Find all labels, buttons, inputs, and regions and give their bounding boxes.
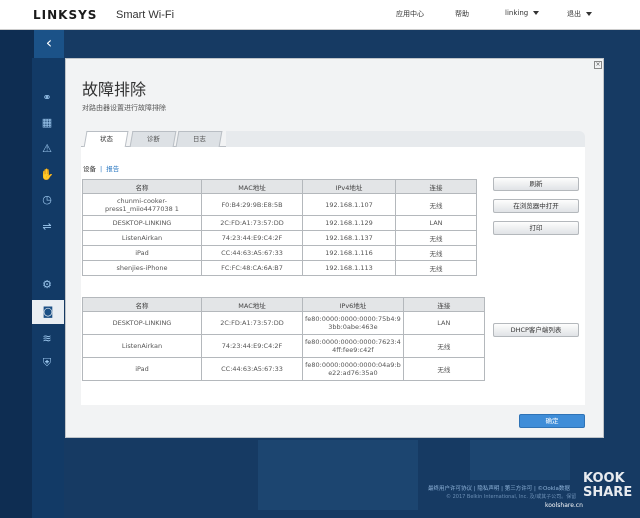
mac-cell: 74:23:44:E9:C4:2F bbox=[201, 334, 303, 358]
table-row: ListenAirkan 74:23:44:E9:C4:2F fe80:0000… bbox=[82, 334, 485, 358]
koolshare-site-label: koolshare.cn bbox=[545, 502, 583, 509]
connection-cell: LAN bbox=[402, 311, 485, 335]
device-name-cell: chunmi-cooker-press1_miio4477038 1 bbox=[82, 193, 202, 216]
linksys-logo: LINKSYS bbox=[33, 8, 98, 22]
back-button[interactable]: ‹ bbox=[34, 30, 64, 58]
ipv6-device-table: 名称 MAC地址 IPv6地址 连接 DESKTOP-LINKING 2C:FD… bbox=[82, 297, 485, 381]
user-name: linking bbox=[505, 9, 529, 17]
tab-bar-fill bbox=[226, 131, 585, 147]
table-row: iPad CC:44:63:A5:67:33 192.168.1.116 无线 bbox=[82, 245, 477, 261]
subnav-devices[interactable]: 设备 bbox=[83, 165, 96, 173]
connection-cell: 无线 bbox=[402, 357, 485, 381]
column-header: IPv6地址 bbox=[302, 297, 404, 312]
tab-bar: 状态 诊断 日志 bbox=[81, 131, 585, 148]
troubleshooting-icon[interactable]: ◙ bbox=[32, 300, 64, 324]
usb-storage-icon[interactable]: ⇌ bbox=[39, 219, 55, 235]
ip-cell: 192.168.1.129 bbox=[302, 215, 396, 231]
mac-cell: CC:44:63:A5:67:33 bbox=[201, 245, 303, 261]
page-title: 故障排除 bbox=[82, 80, 147, 99]
dhcp-client-list-button[interactable]: DHCP客户端列表 bbox=[493, 323, 579, 337]
connection-cell: 无线 bbox=[402, 334, 485, 358]
ip-cell: 192.168.1.116 bbox=[302, 245, 396, 261]
mac-cell: 74:23:44:E9:C4:2F bbox=[201, 230, 303, 246]
speed-test-icon[interactable]: ◷ bbox=[39, 192, 55, 208]
connection-cell: LAN bbox=[395, 215, 477, 231]
help-link[interactable]: 帮助 bbox=[455, 9, 469, 19]
ip-cell: 192.168.1.107 bbox=[302, 193, 396, 216]
device-name-cell: DESKTOP-LINKING bbox=[82, 215, 202, 231]
chevron-down-icon bbox=[533, 11, 540, 15]
device-name-cell: iPad bbox=[82, 245, 202, 261]
subnav-separator: | bbox=[100, 165, 103, 173]
chevron-down-icon bbox=[586, 12, 592, 16]
background-panel bbox=[258, 440, 418, 510]
table-row: DESKTOP-LINKING 2C:FD:A1:73:57:DD fe80:0… bbox=[82, 311, 485, 335]
close-icon[interactable]: × bbox=[594, 61, 602, 69]
footer-links[interactable]: 最终用户许可协议 | 隐私声明 | 第三方许可 | ©Ookla数据 bbox=[428, 484, 570, 492]
column-header: 连接 bbox=[395, 179, 477, 194]
table-row: ListenAirkan 74:23:44:E9:C4:2F 192.168.1… bbox=[82, 230, 477, 246]
ip-cell: fe80:0000:0000:0000:04a9:b e22:ad76:35a0 bbox=[302, 357, 404, 381]
network-map-icon[interactable]: ⚭ bbox=[39, 90, 55, 106]
tab-status[interactable]: 状态 bbox=[83, 131, 129, 148]
device-name-cell: DESKTOP-LINKING bbox=[82, 311, 202, 335]
subnav-report[interactable]: 报告 bbox=[106, 165, 119, 173]
device-list-icon[interactable]: ▦ bbox=[39, 115, 55, 131]
settings-icon[interactable]: ⚙ bbox=[39, 277, 55, 293]
ip-cell: 192.168.1.113 bbox=[302, 260, 396, 276]
column-header: 名称 bbox=[82, 297, 202, 312]
connection-cell: 无线 bbox=[395, 193, 477, 216]
user-menu[interactable]: linking bbox=[505, 9, 540, 17]
connection-cell: 无线 bbox=[395, 245, 477, 261]
subnav: 设备 | 报告 bbox=[83, 163, 119, 173]
column-header: 名称 bbox=[82, 179, 202, 194]
ip-cell: 192.168.1.137 bbox=[302, 230, 396, 246]
ok-button[interactable]: 确定 bbox=[519, 414, 585, 428]
column-header: MAC地址 bbox=[201, 297, 303, 312]
device-name-cell: iPad bbox=[82, 357, 202, 381]
mac-cell: F0:B4:29:9B:E8:5B bbox=[201, 193, 303, 216]
mac-cell: CC:44:63:A5:67:33 bbox=[201, 357, 303, 381]
open-in-browser-button[interactable]: 在浏览器中打开 bbox=[493, 199, 579, 213]
wifi-icon[interactable]: ≋ bbox=[39, 331, 55, 347]
logout-label: 退出 bbox=[567, 10, 581, 18]
page-subtitle: 对路由器设置进行故障排除 bbox=[82, 104, 166, 112]
kookshare-watermark: KOOK SHARE bbox=[583, 471, 633, 500]
logout-menu[interactable]: 退出 bbox=[567, 9, 592, 19]
app-center-link[interactable]: 应用中心 bbox=[396, 9, 424, 19]
column-header: IPv4地址 bbox=[302, 179, 396, 194]
tab-logs[interactable]: 日志 bbox=[175, 131, 223, 147]
refresh-button[interactable]: 刷新 bbox=[493, 177, 579, 191]
table-row: DESKTOP-LINKING 2C:FD:A1:73:57:DD 192.16… bbox=[82, 215, 477, 231]
column-header: MAC地址 bbox=[201, 179, 303, 194]
device-name-cell: shenjies-iPhone bbox=[82, 260, 202, 276]
tab-diagnostics[interactable]: 诊断 bbox=[129, 131, 177, 147]
connection-cell: 无线 bbox=[395, 260, 477, 276]
alert-icon[interactable]: ⚠ bbox=[39, 141, 55, 157]
background-panel bbox=[470, 440, 570, 480]
print-button[interactable]: 打印 bbox=[493, 221, 579, 235]
ip-cell: fe80:0000:0000:0000:7623:4 4ff:fee9:c42f bbox=[302, 334, 404, 358]
mac-cell: FC:FC:48:CA:6A:B7 bbox=[201, 260, 303, 276]
footer-copyright: © 2017 Belkin International, Inc. 及/或其子公… bbox=[446, 494, 577, 500]
ipv4-device-table: 名称 MAC地址 IPv4地址 连接 chunmi-cooker-press1_… bbox=[82, 179, 477, 276]
device-name-cell: ListenAirkan bbox=[82, 230, 202, 246]
connection-cell: 无线 bbox=[395, 230, 477, 246]
column-header: 连接 bbox=[402, 297, 485, 312]
smart-wifi-label: Smart Wi-Fi bbox=[116, 9, 175, 21]
table-row: shenjies-iPhone FC:FC:48:CA:6A:B7 192.16… bbox=[82, 260, 477, 276]
device-name-cell: ListenAirkan bbox=[82, 334, 202, 358]
table-row: iPad CC:44:63:A5:67:33 fe80:0000:0000:00… bbox=[82, 357, 485, 381]
mac-cell: 2C:FD:A1:73:57:DD bbox=[201, 215, 303, 231]
security-icon[interactable]: ⛨ bbox=[39, 355, 55, 371]
parental-controls-icon[interactable]: ✋ bbox=[39, 167, 55, 183]
ip-cell: fe80:0000:0000:0000:75b4:9 3bb:0abe:463e bbox=[302, 311, 404, 335]
mac-cell: 2C:FD:A1:73:57:DD bbox=[201, 311, 303, 335]
top-header: LINKSYS Smart Wi-Fi 应用中心 帮助 linking 退出 bbox=[0, 0, 640, 30]
table-row: chunmi-cooker-press1_miio4477038 1 F0:B4… bbox=[82, 193, 477, 216]
